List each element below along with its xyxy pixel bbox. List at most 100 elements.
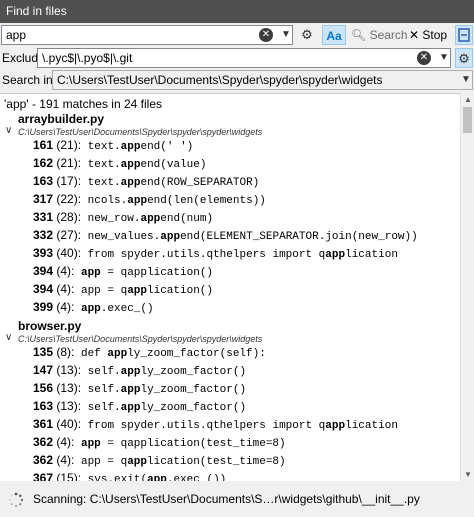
match-row[interactable]: 163 (17): text.append(ROW_SEPARATOR) xyxy=(33,172,259,190)
vertical-scrollbar[interactable]: ▲ ▼ xyxy=(460,93,474,481)
match-highlight: app xyxy=(325,249,346,261)
match-code-post: = qapplication() xyxy=(100,267,214,279)
stop-button[interactable]: ✕ Stop xyxy=(409,25,447,45)
match-highlight: app xyxy=(127,456,147,468)
match-code-pre: self. xyxy=(81,384,121,396)
match-column: (21): xyxy=(53,138,82,152)
stop-icon: ✕ xyxy=(409,28,420,42)
match-line-number: 332 xyxy=(33,228,54,242)
match-row[interactable]: 163 (13): self.apply_zoom_factor() xyxy=(33,397,246,415)
results-tree[interactable]: 'app' - 191 matches in 24 files ∨ arrayb… xyxy=(0,93,460,482)
match-row[interactable]: 362 (4): app = qapplication(test_time=8) xyxy=(33,451,286,469)
match-line-number: 156 xyxy=(33,381,54,395)
exclude-toolbar: Exclude: \.pyc$|\.pyo$|\.git ✕ ▼ ⚙ xyxy=(0,47,474,71)
match-row[interactable]: 332 (27): new_values.append(ELEMENT_SEPA… xyxy=(33,226,418,244)
match-line-number: 331 xyxy=(33,210,54,224)
match-code-pre: text. xyxy=(81,159,121,171)
chevron-down-icon[interactable]: ▼ xyxy=(461,74,471,85)
match-row[interactable]: 393 (40): from spyder.utils.qthelpers im… xyxy=(33,244,398,262)
match-line-number: 161 xyxy=(33,138,54,152)
clear-exclude-icon[interactable]: ✕ xyxy=(417,51,431,65)
match-code-post: lication xyxy=(345,420,398,432)
match-code-post: = qapplication(test_time=8) xyxy=(100,438,286,450)
chevron-down-icon[interactable]: ∨ xyxy=(5,332,12,343)
match-highlight: app xyxy=(160,231,181,243)
status-text: Scanning: C:\Users\TestUser\Documents\S…… xyxy=(33,492,420,506)
search-in-combo[interactable]: C:\Users\TestUser\Documents\Spyder\spyde… xyxy=(52,70,473,90)
match-code-pre: text. xyxy=(81,141,121,153)
match-row[interactable]: 317 (22): ncols.append(len(elements)) xyxy=(33,190,266,208)
gear-icon[interactable]: ⚙ xyxy=(297,25,317,45)
chevron-down-icon[interactable]: ▼ xyxy=(281,29,291,40)
match-highlight: app xyxy=(120,159,141,171)
match-column: (4): xyxy=(53,453,75,467)
match-code-pre: text. xyxy=(81,177,121,189)
match-code-pre xyxy=(74,438,81,450)
match-code-pre: ncols. xyxy=(81,195,128,207)
file-name: browser.py xyxy=(18,319,82,333)
match-row[interactable]: 162 (21): text.append(value) xyxy=(33,154,206,172)
match-row[interactable]: 394 (4): app = qapplication() xyxy=(33,280,213,298)
match-column: (13): xyxy=(53,381,82,395)
match-line-number: 135 xyxy=(33,345,54,359)
file-name: arraybuilder.py xyxy=(18,112,105,126)
match-highlight: app xyxy=(127,285,147,297)
match-row[interactable]: 156 (13): self.apply_zoom_factor() xyxy=(33,379,246,397)
gear-icon[interactable]: ⚙ xyxy=(455,48,473,68)
match-code-pre: app = q xyxy=(74,285,128,297)
match-column: (17): xyxy=(53,174,82,188)
match-column: (4): xyxy=(53,264,75,278)
match-code-pre xyxy=(74,303,81,315)
match-code-post: end(value) xyxy=(140,159,207,171)
scrollbar-thumb[interactable] xyxy=(463,107,472,133)
scroll-down-icon[interactable]: ▼ xyxy=(463,470,473,479)
match-column: (22): xyxy=(53,192,82,206)
case-sensitive-button[interactable]: Aa xyxy=(322,25,346,45)
match-code-post: end(len(elements)) xyxy=(147,195,266,207)
match-row[interactable]: 161 (21): text.append(' ') xyxy=(33,136,193,154)
search-button-label: Search xyxy=(369,28,408,42)
match-code-pre: app = q xyxy=(74,456,128,468)
match-column: (27): xyxy=(53,228,82,242)
match-highlight: app xyxy=(120,384,141,396)
match-row[interactable]: 399 (4): app.exec_() xyxy=(33,298,154,316)
match-row[interactable]: 362 (4): app = qapplication(test_time=8) xyxy=(33,433,286,451)
search-input[interactable]: app xyxy=(1,25,293,45)
match-row[interactable]: 331 (28): new_row.append(num) xyxy=(33,208,213,226)
match-line-number: 147 xyxy=(33,363,54,377)
match-column: (4): xyxy=(53,282,75,296)
results-summary: 'app' - 191 matches in 24 files xyxy=(4,97,163,111)
match-column: (13): xyxy=(53,363,82,377)
clear-search-icon[interactable]: ✕ xyxy=(259,28,273,42)
exclude-input-value: \.pyc$|\.pyo$|\.git xyxy=(42,51,133,65)
exclude-input[interactable]: \.pyc$|\.pyo$|\.git xyxy=(37,48,451,68)
search-button[interactable]: 🔍︎ Search xyxy=(351,25,408,45)
collapse-icon[interactable] xyxy=(455,25,473,45)
search-icon: 🔍︎ xyxy=(351,28,367,42)
match-code-pre: self. xyxy=(81,366,121,378)
search-toolbar: app ✕ ▼ ⚙ Aa 🔍︎ Search ✕ Stop xyxy=(0,23,474,47)
match-line-number: 361 xyxy=(33,417,54,431)
match-code-pre xyxy=(74,267,81,279)
match-code-post: lication() xyxy=(147,285,214,297)
match-column: (40): xyxy=(53,246,82,260)
match-code-post: ly_zoom_factor() xyxy=(140,384,247,396)
match-code-post: ly_zoom_factor() xyxy=(140,402,247,414)
scroll-up-icon[interactable]: ▲ xyxy=(463,95,473,104)
match-row[interactable]: 147 (13): self.apply_zoom_factor() xyxy=(33,361,246,379)
match-highlight: app xyxy=(325,420,346,432)
match-code-pre: from spyder.utils.qthelpers import q xyxy=(81,420,326,432)
match-column: (8): xyxy=(53,345,75,359)
spinner-icon xyxy=(9,492,24,507)
match-row[interactable]: 394 (4): app = qapplication() xyxy=(33,262,213,280)
chevron-down-icon[interactable]: ▼ xyxy=(439,52,449,63)
match-row[interactable]: 135 (8): def apply_zoom_factor(self): xyxy=(33,343,266,361)
match-row[interactable]: 361 (40): from spyder.utils.qthelpers im… xyxy=(33,415,398,433)
match-code-post: end(' ') xyxy=(140,141,194,153)
match-column: (21): xyxy=(53,156,82,170)
match-line-number: 162 xyxy=(33,156,54,170)
match-code-post: lication xyxy=(345,249,398,261)
chevron-down-icon[interactable]: ∨ xyxy=(5,125,12,136)
match-code-post: lication(test_time=8) xyxy=(147,456,286,468)
match-highlight: app xyxy=(120,366,141,378)
